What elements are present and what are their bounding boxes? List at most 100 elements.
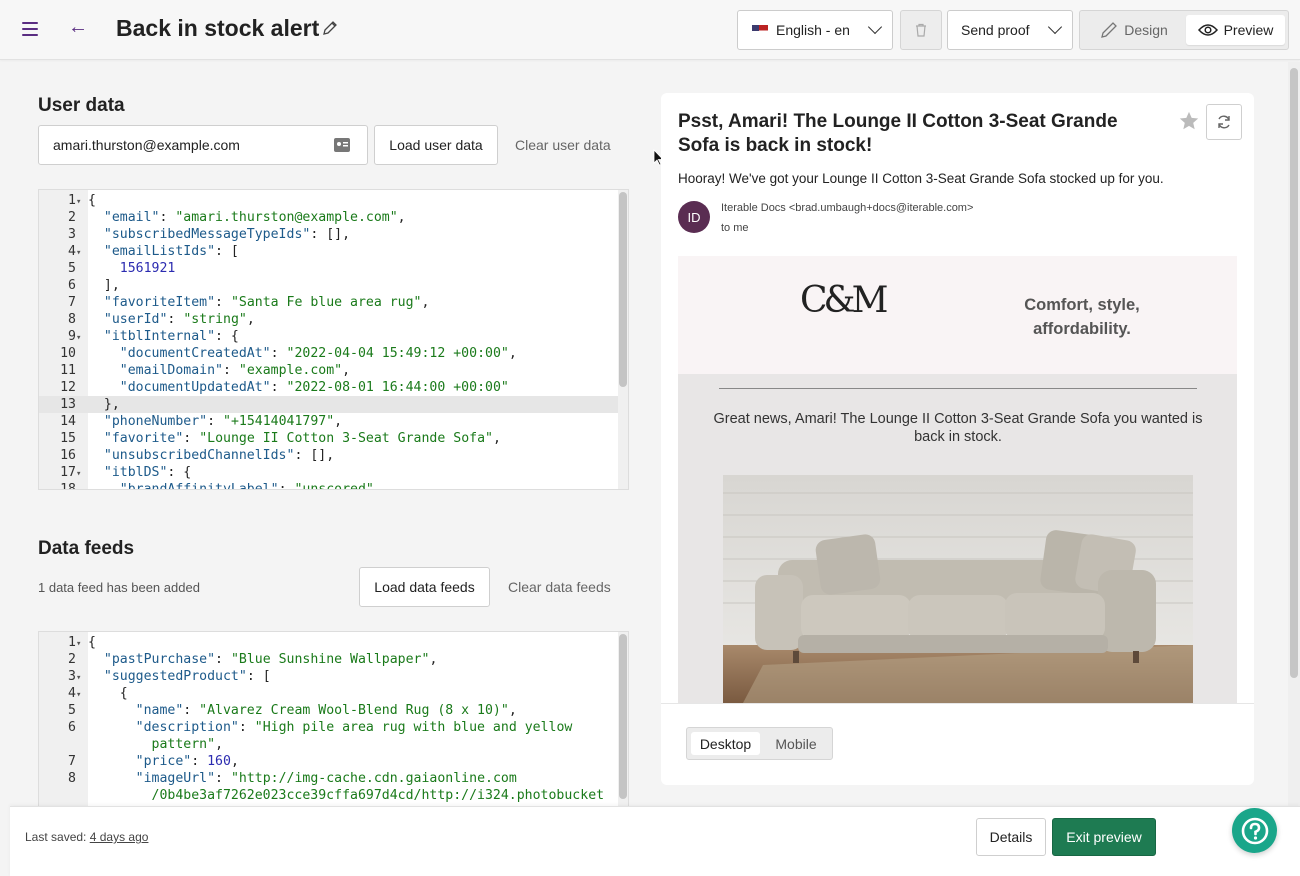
data-feeds-editor[interactable]: 1▾{2 "pastPurchase": "Blue Sunshine Wall…	[38, 631, 629, 806]
preview-label: Preview	[1223, 22, 1274, 38]
code-line[interactable]: 8 "imageUrl": "http://img-cache.cdn.gaia…	[39, 770, 619, 787]
code-line[interactable]: 11 "emailDomain": "example.com",	[39, 362, 619, 379]
code-text: "subscribedMessageTypeIds": [],	[103, 227, 351, 242]
refresh-button[interactable]	[1206, 104, 1242, 140]
code-text: ],	[88, 278, 120, 293]
code-text: "price": 160,	[135, 754, 239, 769]
code-line[interactable]: 17▾ "itblDS": {	[39, 464, 619, 481]
code-line[interactable]: 6 ],	[39, 277, 619, 294]
email-preheader: Hooray! We've got your Lounge II Cotton …	[678, 171, 1164, 186]
email-subject: Psst, Amari! The Lounge II Cotton 3-Seat…	[678, 111, 1118, 156]
line-number: 17	[60, 465, 76, 480]
refresh-icon	[1218, 115, 1230, 129]
editor-scrollbar[interactable]	[618, 190, 628, 489]
clear-data-feeds-button[interactable]: Clear data feeds	[508, 579, 611, 595]
delete-button[interactable]	[900, 10, 942, 50]
contact-card-icon[interactable]	[333, 136, 351, 154]
code-line[interactable]: 10 "documentCreatedAt": "2022-04-04 15:4…	[39, 345, 619, 362]
code-text: "imageUrl": "http://img-cache.cdn.gaiaon…	[135, 771, 517, 786]
code-text: "documentUpdatedAt": "2022-08-01 16:44:0…	[119, 380, 509, 395]
code-line[interactable]: 12 "documentUpdatedAt": "2022-08-01 16:4…	[39, 379, 619, 396]
back-arrow-icon[interactable]: ←	[68, 16, 88, 39]
desktop-tab[interactable]: Desktop	[691, 732, 760, 755]
code-line[interactable]: 1▾{	[39, 192, 619, 209]
design-label: Design	[1124, 22, 1168, 38]
line-number: 2	[68, 652, 76, 667]
code-line[interactable]: 8 "userId": "string",	[39, 311, 619, 328]
scrollbar-thumb[interactable]	[619, 634, 627, 799]
brand-logo: C&M	[800, 280, 888, 321]
scrollbar-thumb[interactable]	[619, 192, 627, 387]
code-text: "documentCreatedAt": "2022-04-04 15:49:1…	[119, 346, 517, 361]
send-proof-label: Send proof	[961, 22, 1030, 38]
code-text: "favorite": "Lounge II Cotton 3-Seat Gra…	[103, 431, 501, 446]
clear-user-data-button[interactable]: Clear user data	[515, 137, 611, 153]
code-text: "emailDomain": "example.com",	[119, 363, 351, 378]
code-line[interactable]: 13 },	[39, 396, 619, 413]
code-line[interactable]: 4▾ {	[39, 685, 619, 702]
code-line[interactable]: 2 "email": "amari.thurston@example.com",	[39, 209, 619, 226]
line-number: 16	[60, 448, 76, 463]
mode-toggle: Design Preview	[1079, 10, 1289, 50]
language-label: English - en	[776, 22, 850, 38]
line-number: 1	[68, 193, 76, 208]
code-line[interactable]: 2 "pastPurchase": "Blue Sunshine Wallpap…	[39, 651, 619, 668]
preview-tab[interactable]: Preview	[1186, 15, 1285, 45]
code-line[interactable]: 6 "description": "High pile area rug wit…	[39, 719, 619, 736]
user-email-input[interactable]	[38, 125, 368, 165]
exit-preview-button[interactable]: Exit preview	[1052, 818, 1156, 856]
code-line[interactable]: 5 "name": "Alvarez Cream Wool-Blend Rug …	[39, 702, 619, 719]
help-button[interactable]	[1232, 808, 1277, 853]
design-tab[interactable]: Design	[1084, 15, 1184, 45]
details-button[interactable]: Details	[976, 818, 1046, 856]
code-line[interactable]: pattern",	[39, 736, 619, 753]
code-line[interactable]: 7 "price": 160,	[39, 753, 619, 770]
menu-icon[interactable]	[22, 22, 38, 36]
code-line[interactable]: 18 "brandAffinityLabel": "unscored",	[39, 481, 619, 489]
code-line[interactable]: 3 "subscribedMessageTypeIds": [],	[39, 226, 619, 243]
line-number: 10	[60, 346, 76, 361]
last-saved-label: Last saved:	[25, 830, 87, 844]
last-saved-text: Last saved: 4 days ago	[25, 830, 148, 844]
editor-scrollbar[interactable]	[618, 632, 628, 806]
code-line[interactable]: 1▾{	[39, 634, 619, 651]
line-number: 5	[68, 703, 76, 718]
line-number: 3	[68, 227, 76, 242]
code-line[interactable]: 4▾ "emailListIds": [	[39, 243, 619, 260]
load-user-data-button[interactable]: Load user data	[374, 125, 498, 165]
language-select[interactable]: English - en	[737, 10, 893, 50]
code-text: "description": "High pile area rug with …	[135, 720, 573, 735]
last-saved-value[interactable]: 4 days ago	[90, 830, 149, 844]
code-text: "emailListIds": [	[103, 244, 239, 259]
code-line[interactable]: 5 1561921	[39, 260, 619, 277]
chevron-down-icon	[1047, 19, 1063, 35]
code-line[interactable]: 15 "favorite": "Lounge II Cotton 3-Seat …	[39, 430, 619, 447]
line-number: 11	[60, 363, 76, 378]
code-line[interactable]: 14 "phoneNumber": "+15414041797",	[39, 413, 619, 430]
email-body-text: Great news, Amari! The Lounge II Cotton …	[713, 411, 1203, 445]
send-proof-select[interactable]: Send proof	[947, 10, 1073, 50]
code-text: },	[88, 397, 120, 412]
line-number: 7	[68, 754, 76, 769]
email-preview-panel: Psst, Amari! The Lounge II Cotton 3-Seat…	[661, 93, 1254, 785]
code-line[interactable]: 16 "unsubscribedChannelIds": [],	[39, 447, 619, 464]
user-data-editor[interactable]: 1▾{2 "email": "amari.thurston@example.co…	[38, 189, 629, 490]
code-line[interactable]: 7 "favoriteItem": "Santa Fe blue area ru…	[39, 294, 619, 311]
load-data-feeds-button[interactable]: Load data feeds	[359, 567, 490, 607]
line-number: 15	[60, 431, 76, 446]
pencil-icon[interactable]	[322, 20, 338, 36]
code-line[interactable]: 9▾ "itblInternal": {	[39, 328, 619, 345]
pencil-icon	[1101, 22, 1118, 38]
mobile-tab[interactable]: Mobile	[765, 732, 827, 755]
recipient-label: to me	[721, 222, 749, 234]
page-scrollbar[interactable]	[1288, 62, 1300, 810]
line-number: 8	[68, 771, 76, 786]
code-line[interactable]: /0b4be3af7262e023cce39cffa697d4cd/http:/…	[39, 787, 619, 804]
sender-address: Iterable Docs <brad.umbaugh+docs@iterabl…	[721, 202, 974, 214]
scrollbar-thumb[interactable]	[1290, 68, 1298, 678]
line-number: 1	[68, 635, 76, 650]
line-number: 7	[68, 295, 76, 310]
star-icon[interactable]	[1178, 110, 1200, 132]
line-number: 12	[60, 380, 76, 395]
code-line[interactable]: 3▾ "suggestedProduct": [	[39, 668, 619, 685]
